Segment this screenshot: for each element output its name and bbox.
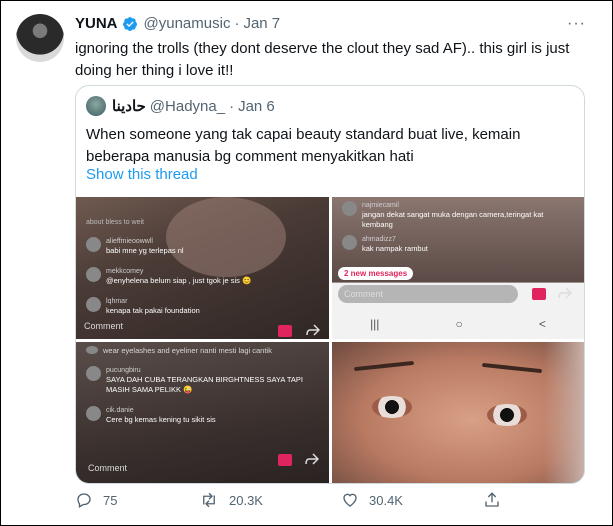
share-icon bbox=[485, 492, 499, 507]
commenter-name: lqhmar bbox=[106, 298, 128, 305]
separator-dot: · bbox=[229, 97, 235, 115]
commenter-name: najmiecamil bbox=[362, 202, 399, 209]
reply-button[interactable]: 75 bbox=[75, 491, 117, 509]
background-shape bbox=[544, 342, 584, 483]
media-image-3[interactable]: wear eyelashes and eyeliner nanti mesti … bbox=[76, 342, 329, 483]
comment-text: SAYA DAH CUBA TERANGKAN BIRGHTNESS SAYA … bbox=[106, 375, 303, 394]
comment-text: @enyhelena belum siap , just tgok je sis… bbox=[106, 276, 252, 285]
separator-dot: · bbox=[234, 15, 240, 32]
more-options-icon[interactable]: ··· bbox=[567, 15, 586, 33]
eye-shape bbox=[487, 404, 527, 426]
back-icon: < bbox=[538, 317, 546, 331]
commenter-avatar bbox=[342, 201, 357, 216]
media-grid: about bless to weit alieffmieoowwll babi… bbox=[76, 197, 584, 483]
live-comment: cik.danie Cere bg kemas kening tu sikit … bbox=[86, 406, 216, 425]
comment-label: Comment bbox=[88, 463, 128, 473]
commenter-avatar bbox=[86, 366, 101, 381]
commenter-avatar bbox=[86, 346, 98, 354]
recents-icon: ||| bbox=[370, 317, 380, 331]
quoted-tweet[interactable]: حادينا @Hadyna_ · Jan 6 When someone yan… bbox=[75, 85, 585, 484]
author-handle[interactable]: @yunamusic bbox=[144, 14, 231, 34]
home-icon: ○ bbox=[455, 317, 463, 331]
commenter-name: alieffmieoowwll bbox=[106, 238, 153, 245]
comment-text: kenapa tak pakai foundation bbox=[106, 306, 200, 315]
reply-count: 75 bbox=[103, 492, 118, 508]
live-comment: alieffmieoowwll babi mne yg terlepas nl bbox=[86, 237, 184, 256]
share-arrow-icon bbox=[306, 324, 320, 336]
author-display-name[interactable]: YUNA bbox=[75, 14, 118, 34]
commenter-avatar bbox=[342, 235, 357, 250]
comment-text: Cere bg kemas kening tu sikit sis bbox=[106, 415, 216, 424]
live-comment: wear eyelashes and eyeliner nanti mesti … bbox=[86, 346, 272, 356]
eyebrow-shape bbox=[353, 360, 415, 372]
heart-icon bbox=[343, 493, 357, 507]
share-arrow-icon bbox=[305, 453, 319, 465]
gift-icon bbox=[278, 325, 292, 337]
gift-icon bbox=[532, 288, 546, 300]
media-image-1[interactable]: about bless to weit alieffmieoowwll babi… bbox=[76, 197, 329, 339]
retweet-icon bbox=[203, 492, 215, 508]
quoted-tweet-text: When someone yang tak capai beauty stand… bbox=[86, 126, 521, 165]
verified-badge-icon bbox=[122, 16, 138, 32]
commenter-name: cik.danie bbox=[106, 407, 134, 414]
comment-text: babi mne yg terlepas nl bbox=[106, 246, 184, 255]
reply-icon bbox=[77, 493, 91, 508]
tweet-frame: YUNA @yunamusic · Jan 7 ··· ignoring the… bbox=[0, 0, 613, 526]
eye-shape bbox=[372, 396, 412, 418]
new-messages-badge[interactable]: 2 new messages bbox=[338, 267, 414, 280]
like-count: 30.4K bbox=[369, 492, 403, 508]
live-comment: najmiecamil jangan dekat sangat muka den… bbox=[342, 201, 562, 230]
commenter-avatar bbox=[86, 406, 101, 421]
tweet-actions: 75 20.3K 30.4K bbox=[75, 491, 505, 515]
retweet-button[interactable]: 20.3K bbox=[199, 491, 263, 509]
face-shape bbox=[166, 197, 286, 277]
gift-icon bbox=[278, 454, 292, 466]
comment-text: jangan dekat sangat muka dengan camera,t… bbox=[362, 210, 544, 229]
share-arrow-icon bbox=[558, 287, 572, 299]
author-avatar[interactable] bbox=[16, 14, 64, 62]
media-image-2[interactable]: najmiecamil jangan dekat sangat muka den… bbox=[332, 197, 584, 339]
like-button[interactable]: 30.4K bbox=[341, 491, 403, 509]
comment-label: Comment bbox=[84, 321, 124, 331]
media-image-4[interactable] bbox=[332, 342, 584, 483]
eyebrow-shape bbox=[481, 362, 543, 374]
live-comment: pucungbiru SAYA DAH CUBA TERANGKAN BIRGH… bbox=[86, 366, 306, 395]
show-thread-link[interactable]: Show this thread bbox=[86, 166, 198, 183]
live-comment: ahmadizz7 kak nampak rambut bbox=[342, 235, 428, 254]
commenter-avatar bbox=[86, 297, 101, 312]
share-button[interactable] bbox=[483, 491, 511, 509]
tweet-text: ignoring the trolls (they dont deserve t… bbox=[75, 40, 570, 79]
live-comment: mekkcomey @enyhelena belum siap , just t… bbox=[86, 267, 251, 286]
quoted-author-avatar[interactable] bbox=[86, 96, 106, 116]
tweet-header: YUNA @yunamusic · Jan 7 bbox=[75, 14, 280, 34]
commenter-name: ahmadizz7 bbox=[362, 236, 396, 243]
android-nav-bar: ||| ○ < bbox=[332, 309, 584, 339]
tweet-date[interactable]: Jan 7 bbox=[243, 14, 280, 34]
comment-label: Comment bbox=[344, 289, 384, 299]
quoted-author-display-name[interactable]: حادينا bbox=[112, 97, 146, 115]
commenter-avatar bbox=[86, 237, 101, 252]
retweet-count: 20.3K bbox=[229, 492, 263, 508]
faded-comment: about bless to weit bbox=[86, 219, 144, 226]
comment-text: kak nampak rambut bbox=[362, 244, 428, 253]
commenter-avatar bbox=[86, 267, 101, 282]
commenter-name: mekkcomey bbox=[106, 268, 144, 275]
quoted-author-handle[interactable]: @Hadyna_ bbox=[150, 98, 225, 115]
comment-text: wear eyelashes and eyeliner nanti mesti … bbox=[103, 346, 272, 355]
live-comment: lqhmar kenapa tak pakai foundation bbox=[86, 297, 200, 316]
commenter-name: pucungbiru bbox=[106, 367, 141, 374]
quoted-tweet-date[interactable]: Jan 6 bbox=[238, 98, 275, 115]
quoted-tweet-header: حادينا @Hadyna_ · Jan 6 bbox=[86, 96, 275, 116]
